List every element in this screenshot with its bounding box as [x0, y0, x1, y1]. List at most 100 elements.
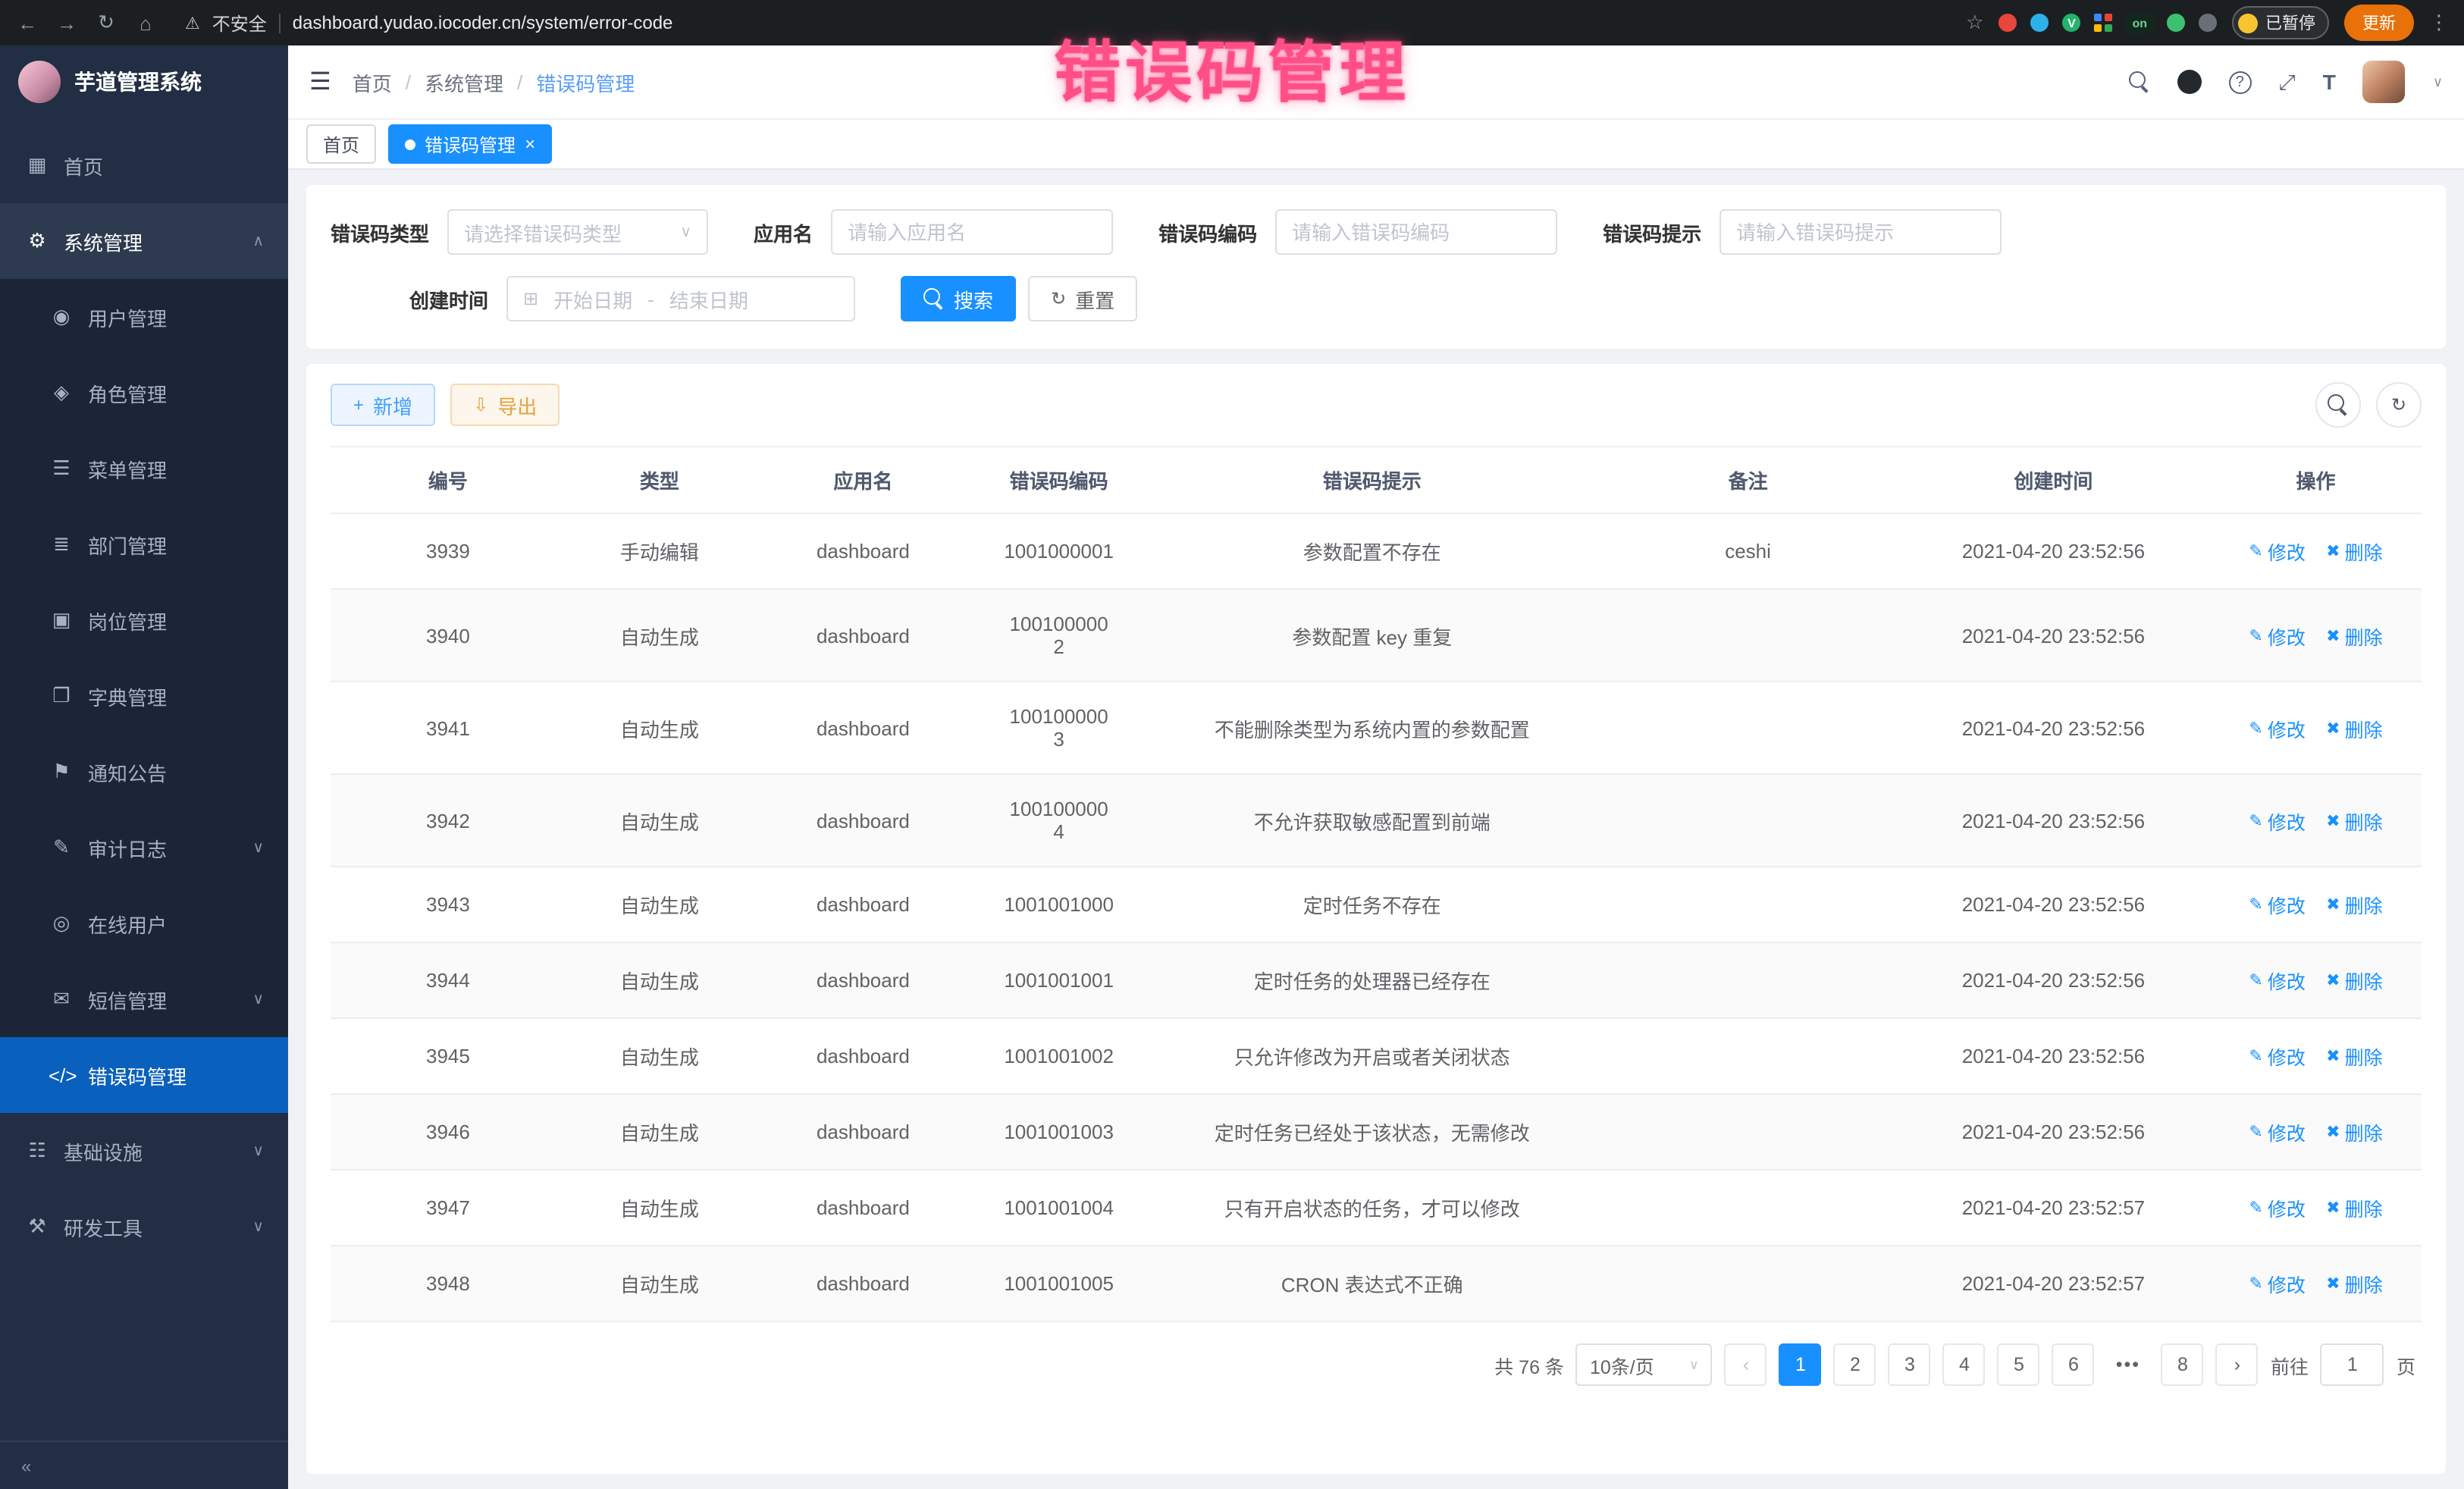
add-button[interactable]: + 新增 [331, 384, 435, 426]
sidebar-item-user-management[interactable]: ◉ 用户管理 [0, 279, 288, 355]
goto-page-input[interactable] [2321, 1343, 2384, 1386]
breadcrumb-system[interactable]: 系统管理 [425, 67, 503, 96]
edit-link[interactable]: ✎修改 [2249, 537, 2305, 566]
sidebar-item-dict-management[interactable]: ❐ 字典管理 [0, 658, 288, 734]
font-size-icon[interactable]: T [2323, 70, 2336, 94]
error-hint-input[interactable] [1719, 209, 2002, 255]
sidebar-item-infrastructure[interactable]: ☷ 基础设施 ∨ [0, 1113, 288, 1189]
search-button[interactable]: 搜索 [901, 276, 1016, 321]
edit-link[interactable]: ✎修改 [2249, 1193, 2305, 1222]
page-button-3[interactable]: 3 [1889, 1343, 1931, 1386]
search-icon[interactable] [2128, 71, 2149, 92]
edit-link[interactable]: ✎修改 [2249, 621, 2305, 650]
user-avatar[interactable] [2363, 61, 2406, 103]
cell-actions: ✎修改 ✖删除 [2210, 682, 2422, 774]
cell-code: 1001000001 [973, 513, 1145, 589]
table-refresh-button[interactable]: ↻ [2376, 382, 2422, 428]
delete-link[interactable]: ✖删除 [2326, 1042, 2382, 1071]
browser-home-icon[interactable]: ⌂ [133, 11, 158, 34]
menu-list-icon: ☰ [49, 456, 74, 481]
next-page-button[interactable]: › [2216, 1343, 2259, 1386]
delete-link[interactable]: ✖删除 [2326, 537, 2382, 566]
delete-link[interactable]: ✖删除 [2326, 1269, 2382, 1298]
error-code-table-body: 3939 手动编辑 dashboard 1001000001 参数配置不存在 c… [331, 513, 2422, 1321]
error-type-select[interactable]: 请选择错误码类型 ∨ [447, 209, 708, 255]
extension-icon-grid[interactable] [2094, 14, 2112, 32]
browser-update-button[interactable]: 更新 [2344, 5, 2414, 41]
page-button-4[interactable]: 4 [1943, 1343, 1986, 1386]
sidebar-item-label: 菜单管理 [88, 454, 167, 483]
create-time-range-picker[interactable]: ⊞ 开始日期 - 结束日期 [506, 276, 855, 321]
delete-link[interactable]: ✖删除 [2326, 966, 2382, 995]
github-icon[interactable] [2177, 70, 2201, 94]
app-name-input[interactable] [831, 209, 1113, 255]
page-button-6[interactable]: 6 [2052, 1343, 2095, 1386]
tab-close-icon[interactable]: × [525, 135, 535, 153]
extension-icon-red[interactable] [1998, 14, 2017, 32]
avatar-caret-icon[interactable]: ∨ [2433, 74, 2443, 90]
page-size-select[interactable]: 10条/页 ∨ [1576, 1343, 1713, 1386]
sidebar-item-audit-log[interactable]: ✎ 审计日志 ∨ [0, 810, 288, 886]
browser-menu-kebab-icon[interactable]: ⋮ [2429, 11, 2449, 35]
export-button[interactable]: ⇩ 导出 [450, 384, 560, 426]
extension-icon-on-badge[interactable]: on [2126, 13, 2153, 33]
delete-link[interactable]: ✖删除 [2326, 1193, 2382, 1222]
delete-link[interactable]: ✖删除 [2326, 806, 2382, 835]
cell-time: 2021-04-20 23:52:57 [1897, 1246, 2210, 1321]
sidebar-item-online-user[interactable]: ◎ 在线用户 [0, 886, 288, 961]
extension-icon-blue[interactable] [2030, 14, 2049, 32]
page-button-8[interactable]: 8 [2161, 1343, 2204, 1386]
page-ellipsis[interactable]: ••• [2107, 1343, 2149, 1386]
edit-link[interactable]: ✎修改 [2249, 806, 2305, 835]
page-button-1[interactable]: 1 [1779, 1343, 1822, 1386]
edit-link[interactable]: ✎修改 [2249, 1042, 2305, 1071]
profile-paused-chip[interactable]: 已暂停 [2232, 6, 2329, 39]
sidebar-logo-row[interactable]: 芋道管理系统 [0, 45, 288, 118]
sidebar-item-post-management[interactable]: ▣ 岗位管理 [0, 582, 288, 658]
sidebar-item-home[interactable]: ▦ 首页 [0, 127, 288, 203]
megaphone-icon: ⚑ [49, 760, 74, 784]
edit-link[interactable]: ✎修改 [2249, 713, 2305, 742]
tab-home[interactable]: 首页 [306, 124, 376, 164]
bookmark-star-icon[interactable]: ☆ [1966, 11, 1983, 35]
extension-puzzle-icon[interactable] [2199, 14, 2217, 32]
profile-emoji-icon [2238, 13, 2258, 33]
delete-link[interactable]: ✖删除 [2326, 621, 2382, 650]
delete-link[interactable]: ✖删除 [2326, 890, 2382, 919]
edit-icon: ✎ [2249, 1198, 2262, 1218]
tab-error-code-management[interactable]: 错误码管理 × [388, 124, 552, 164]
delete-link[interactable]: ✖删除 [2326, 713, 2382, 742]
table-row: 3944 自动生成 dashboard 1001001001 定时任务的处理器已… [331, 942, 2422, 1018]
sidebar-item-notice[interactable]: ⚑ 通知公告 [0, 734, 288, 810]
edit-link[interactable]: ✎修改 [2249, 966, 2305, 995]
browser-forward-icon[interactable]: → [55, 11, 79, 34]
extension-icon-green[interactable]: V [2062, 14, 2080, 32]
sidebar-item-dev-tools[interactable]: ⚒ 研发工具 ∨ [0, 1189, 288, 1265]
cell-code: 1001001005 [973, 1246, 1145, 1321]
extension-icon-leaf[interactable] [2167, 14, 2185, 32]
page-button-5[interactable]: 5 [1998, 1343, 2040, 1386]
browser-back-icon[interactable]: ← [15, 11, 39, 34]
prev-page-button[interactable]: ‹ [1725, 1343, 1767, 1386]
sidebar-item-system-management[interactable]: ⚙ 系统管理 ∧ [0, 203, 288, 279]
menu-fold-icon[interactable]: ☰ [309, 67, 331, 97]
browser-reload-icon[interactable]: ↻ [94, 11, 118, 35]
error-code-input[interactable] [1275, 209, 1557, 255]
edit-link[interactable]: ✎修改 [2249, 1118, 2305, 1146]
sidebar-item-role-management[interactable]: ◈ 角色管理 [0, 355, 288, 431]
sidebar-item-error-code-management[interactable]: </> 错误码管理 [0, 1037, 288, 1113]
table-search-toggle-button[interactable] [2315, 382, 2361, 428]
edit-link[interactable]: ✎修改 [2249, 1269, 2305, 1298]
reset-button[interactable]: ↻ 重置 [1028, 276, 1137, 321]
delete-link[interactable]: ✖删除 [2326, 1118, 2382, 1146]
fullscreen-icon[interactable]: ⤢ [2278, 69, 2295, 95]
cell-hint: 不允许获取敏感配置到前端 [1145, 774, 1599, 867]
sidebar-item-menu-management[interactable]: ☰ 菜单管理 [0, 431, 288, 506]
sidebar-collapse-bar[interactable]: « [0, 1440, 288, 1489]
sidebar-item-sms-management[interactable]: ✉ 短信管理 ∨ [0, 961, 288, 1037]
breadcrumb-home[interactable]: 首页 [353, 67, 392, 96]
page-button-2[interactable]: 2 [1834, 1343, 1876, 1386]
sidebar-item-dept-management[interactable]: ≣ 部门管理 [0, 506, 288, 582]
edit-link[interactable]: ✎修改 [2249, 890, 2305, 919]
help-icon[interactable]: ? [2228, 71, 2251, 93]
